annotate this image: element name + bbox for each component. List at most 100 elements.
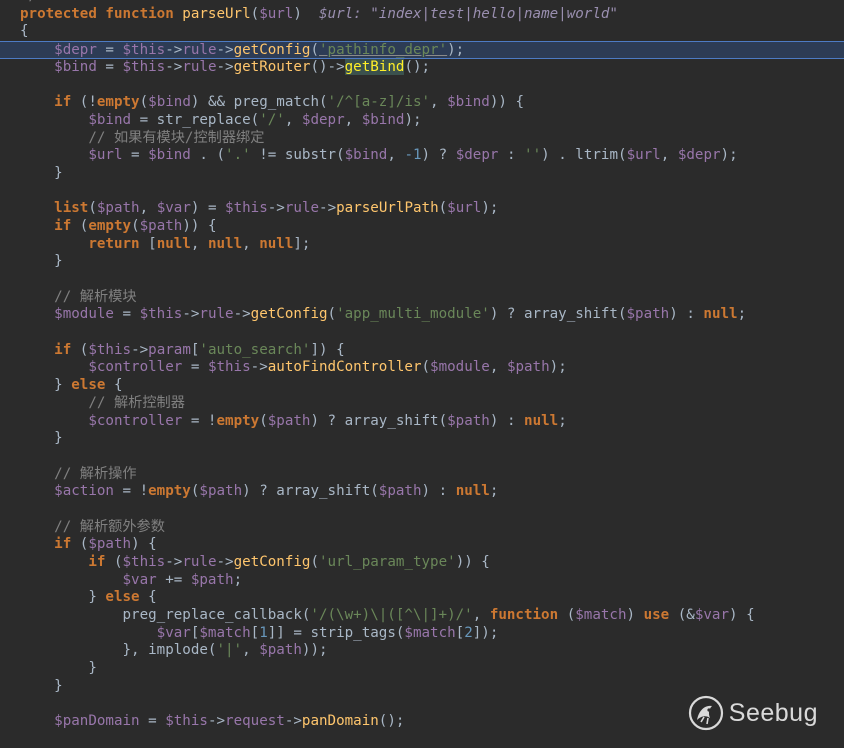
code-line[interactable] (0, 324, 844, 342)
code-line[interactable]: // 解析控制器 (0, 395, 844, 413)
code-token: $path (506, 359, 550, 376)
code-token: { (20, 23, 29, 40)
code-line[interactable]: protected function parseUrl($url) $url: … (0, 6, 844, 24)
code-token: getConfig (250, 306, 328, 323)
code-token: $this (225, 200, 268, 217)
code-token: ( (438, 200, 448, 217)
code-line[interactable]: { (0, 23, 844, 41)
code-line[interactable]: return [null, null, null]; (0, 236, 844, 254)
code-line[interactable]: // 解析额外参数 (0, 519, 844, 537)
code-token: request (225, 713, 285, 730)
code-line[interactable]: } else { (0, 377, 844, 395)
code-editor[interactable]: */ protected function parseUrl($url) $url… (0, 0, 844, 748)
code-token: null (524, 412, 559, 429)
code-line[interactable]: $controller = !empty($path) ? array_shif… (0, 413, 844, 431)
code-line[interactable]: } (0, 678, 844, 696)
code-line[interactable]: } (0, 253, 844, 271)
code-line[interactable]: if ($path) { (0, 536, 844, 554)
code-token: ( (259, 412, 268, 429)
code-token: ) { (131, 536, 157, 553)
code-line[interactable]: $bind = str_replace('/', $depr, $bind); (0, 112, 844, 130)
code-token: $depr (455, 147, 499, 164)
code-token: , (387, 147, 405, 164)
code-token: function (489, 607, 567, 624)
code-token: 'app_multi_module' (336, 306, 490, 323)
code-token: empty (96, 94, 140, 111)
code-token: = (182, 359, 208, 376)
code-line[interactable]: } else { (0, 589, 844, 607)
code-line[interactable] (0, 448, 844, 466)
code-token: , (430, 94, 448, 111)
code-token: null (156, 235, 191, 252)
code-token: [ (455, 624, 465, 641)
code-token: , (242, 235, 260, 252)
code-token: '/^[a-z]/is' (327, 94, 431, 111)
code-line[interactable]: if ($this->param['auto_search']) { (0, 342, 844, 360)
code-line[interactable]: $bind = $this->rule->getRouter()->getBin… (0, 58, 844, 77)
code-line[interactable]: if (empty($path)) { (0, 218, 844, 236)
code-token: ; (737, 306, 747, 323)
code-line[interactable]: $module = $this->rule->getConfig('app_mu… (0, 306, 844, 324)
code-line[interactable]: }, implode('|', $path)); (0, 642, 844, 660)
code-line[interactable]: list($path, $var) = $this->rule->parseUr… (0, 200, 844, 218)
code-line[interactable]: if ($this->rule->getConfig('url_param_ty… (0, 554, 844, 572)
code-line[interactable]: $controller = $this->autoFindController(… (0, 359, 844, 377)
code-line[interactable]: $action = !empty($path) ? array_shift($p… (0, 483, 844, 501)
code-token: -> (207, 713, 226, 730)
code-token: $bind (447, 94, 490, 111)
code-line[interactable]: // 如果有模块/控制器绑定 (0, 130, 844, 148)
code-token: $bind (361, 111, 405, 128)
code-line[interactable]: $url = $bind . ('.' != substr($bind, -1)… (0, 147, 844, 165)
code-line[interactable]: if (!empty($bind) && preg_match('/^[a-z]… (0, 94, 844, 112)
code-token: } (20, 164, 63, 181)
code-token: rule (284, 200, 320, 217)
code-token: = ! (113, 483, 149, 500)
code-token: 1 (259, 624, 268, 641)
code-token: rule (182, 554, 217, 570)
code-token: $match (404, 624, 456, 641)
code-token: '/(\w+)\|([^\|]+)/' (310, 607, 473, 624)
code-line[interactable] (0, 183, 844, 201)
code-token: ( (327, 306, 337, 323)
code-line[interactable]: // 解析操作 (0, 466, 844, 484)
code-token: ); (549, 359, 567, 376)
code-token: $path (626, 306, 670, 323)
code-line[interactable]: $var[$match[1]] = strip_tags($match[2]); (0, 625, 844, 643)
code-line[interactable] (0, 271, 844, 289)
code-token: null (207, 235, 243, 252)
code-token: $match (199, 624, 251, 641)
code-line[interactable] (0, 501, 844, 519)
code-area[interactable]: */ protected function parseUrl($url) $url… (0, 0, 844, 731)
code-token: $this (207, 359, 251, 376)
code-line[interactable]: $var += $path; (0, 572, 844, 590)
code-line[interactable]: preg_replace_callback('/(\w+)\|([^\|]+)/… (0, 607, 844, 625)
code-token: getConfig (233, 42, 311, 59)
code-token: ( (131, 217, 140, 234)
code-line[interactable]: } (0, 430, 844, 448)
code-token: $this (88, 341, 132, 358)
code-token: ( (88, 200, 97, 217)
code-token: 'auto_search' (199, 341, 311, 358)
code-token: $bind (148, 147, 191, 164)
code-token: getConfig (233, 554, 311, 570)
code-token: */ (20, 0, 37, 4)
code-token: -> (216, 42, 234, 59)
code-token: null (455, 483, 490, 500)
code-token: -> (165, 554, 183, 570)
code-line[interactable]: } (0, 660, 844, 678)
code-token: = ! (182, 412, 217, 429)
code-token: $path (259, 642, 302, 659)
code-line[interactable] (0, 76, 844, 94)
code-token: autoFindController (267, 359, 422, 376)
code-line[interactable]: } (0, 165, 844, 183)
code-line-current[interactable]: $depr = $this->rule->getConfig('pathinfo… (0, 41, 844, 59)
code-token: $controller (88, 359, 183, 376)
code-token: empty (148, 483, 191, 500)
code-token: parseUrlPath (336, 200, 439, 217)
code-token: )); (301, 642, 328, 659)
code-line[interactable]: // 解析模块 (0, 289, 844, 307)
